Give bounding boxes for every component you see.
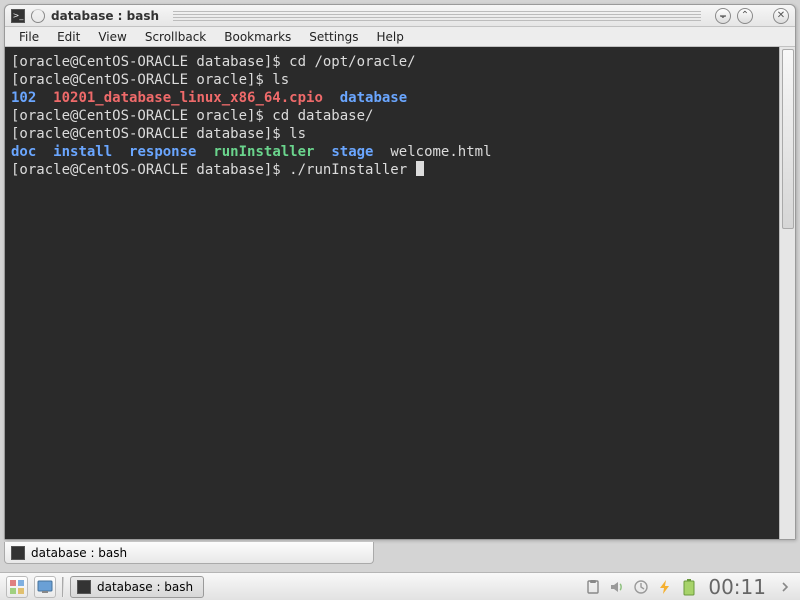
menu-settings[interactable]: Settings — [301, 28, 366, 46]
terminal-icon — [77, 580, 91, 594]
prompt: [oracle@CentOS-ORACLE oracle]$ — [11, 108, 272, 124]
command-text: ls — [289, 126, 306, 142]
apps-icon — [9, 579, 25, 595]
ls-entry-dir: install — [53, 144, 112, 160]
session-tabbar: database : bash — [4, 542, 796, 566]
command-text: cd database/ — [272, 108, 373, 124]
launcher-button-desktop[interactable] — [34, 576, 56, 598]
ls-entry-dir: database — [340, 90, 407, 106]
terminal[interactable]: [oracle@CentOS-ORACLE database]$ cd /opt… — [5, 47, 779, 539]
menu-file[interactable]: File — [11, 28, 47, 46]
tray-expand-icon[interactable] — [776, 578, 794, 596]
close-button[interactable]: ✕ — [773, 8, 789, 24]
menu-help[interactable]: Help — [369, 28, 412, 46]
busy-spinner-icon — [31, 9, 45, 23]
tray-battery-icon[interactable] — [680, 578, 698, 596]
system-tray: 00:11 — [584, 575, 794, 599]
ls-entry-dir: doc — [11, 144, 36, 160]
menu-view[interactable]: View — [90, 28, 134, 46]
vertical-scrollbar[interactable] — [779, 47, 795, 539]
ls-entry-dir: stage — [331, 144, 373, 160]
prompt: [oracle@CentOS-ORACLE oracle]$ — [11, 72, 272, 88]
menu-bookmarks[interactable]: Bookmarks — [216, 28, 299, 46]
ls-entry-exec: runInstaller — [213, 144, 314, 160]
titlebar-grip[interactable] — [173, 11, 701, 21]
taskbar-separator — [62, 577, 64, 597]
launcher-button-apps[interactable] — [6, 576, 28, 598]
tray-updates-icon[interactable] — [632, 578, 650, 596]
ls-entry-archive: 10201_database_linux_x86_64.cpio — [53, 90, 323, 106]
menu-scrollback[interactable]: Scrollback — [137, 28, 214, 46]
tray-volume-icon[interactable] — [608, 578, 626, 596]
scrollbar-thumb[interactable] — [782, 49, 794, 229]
tray-klipper-icon[interactable] — [584, 578, 602, 596]
ls-entry-dir: response — [129, 144, 196, 160]
command-text: ./runInstaller — [289, 162, 415, 178]
clock[interactable]: 00:11 — [704, 575, 770, 599]
desktop-icon — [37, 579, 53, 595]
terminal-window: >_ database : bash ⌄ ⌃ ✕ File Edit View … — [4, 4, 796, 540]
menubar: File Edit View Scrollback Bookmarks Sett… — [5, 27, 795, 47]
tray-power-icon[interactable] — [656, 578, 674, 596]
ls-entry-file: welcome.html — [390, 144, 491, 160]
terminal-icon: >_ — [11, 9, 25, 23]
session-tab-label: database : bash — [31, 546, 127, 560]
ls-entry-dir: 102 — [11, 90, 36, 106]
titlebar[interactable]: >_ database : bash ⌄ ⌃ ✕ — [5, 5, 795, 27]
command-text: ls — [272, 72, 289, 88]
session-tab[interactable]: database : bash — [4, 542, 374, 564]
prompt: [oracle@CentOS-ORACLE database]$ — [11, 162, 289, 178]
prompt: [oracle@CentOS-ORACLE database]$ — [11, 54, 289, 70]
command-text: cd /opt/oracle/ — [289, 54, 415, 70]
taskbar: database : bash 00:11 — [0, 572, 800, 600]
terminal-icon — [11, 546, 25, 560]
menu-edit[interactable]: Edit — [49, 28, 88, 46]
prompt: [oracle@CentOS-ORACLE database]$ — [11, 126, 289, 142]
window-title: database : bash — [51, 9, 159, 23]
taskbar-task[interactable]: database : bash — [70, 576, 204, 598]
cursor — [416, 161, 424, 176]
taskbar-task-label: database : bash — [97, 580, 193, 594]
terminal-area: [oracle@CentOS-ORACLE database]$ cd /opt… — [5, 47, 795, 539]
maximize-button[interactable]: ⌃ — [737, 8, 753, 24]
minimize-button[interactable]: ⌄ — [715, 8, 731, 24]
